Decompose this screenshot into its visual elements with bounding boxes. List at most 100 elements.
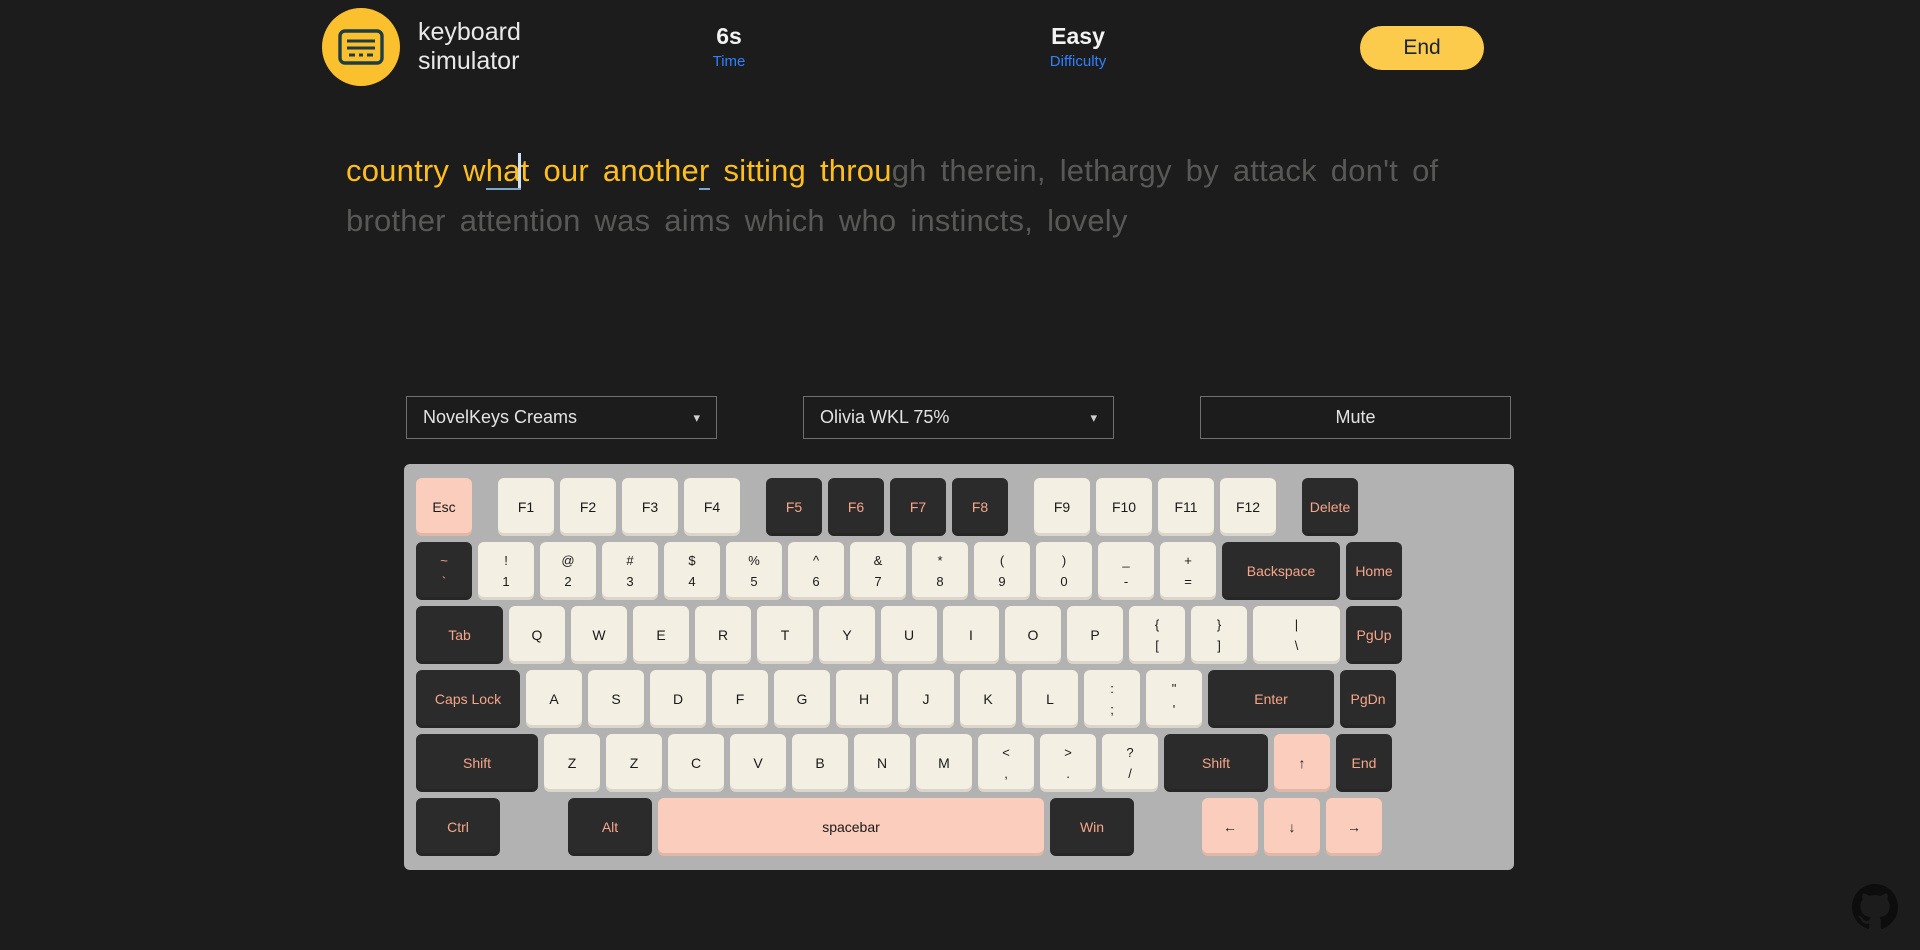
keyboard-select[interactable]: Olivia WKL 75% ▾: [803, 396, 1114, 439]
key-r[interactable]: R: [695, 606, 751, 664]
key-enter[interactable]: Enter: [1208, 670, 1334, 728]
key--[interactable]: >.: [1040, 734, 1096, 792]
typing-char: s: [934, 203, 951, 238]
key-f4[interactable]: F4: [684, 478, 740, 536]
key--[interactable]: ? /: [1102, 734, 1158, 792]
key-f[interactable]: F: [712, 670, 768, 728]
typing-char: u: [379, 153, 397, 188]
key-f5[interactable]: F5: [766, 478, 822, 536]
key-win[interactable]: Win: [1050, 798, 1134, 856]
typing-char: t: [655, 153, 665, 188]
key-l[interactable]: L: [1022, 670, 1078, 728]
key-t[interactable]: T: [757, 606, 813, 664]
mute-button[interactable]: Mute: [1200, 396, 1511, 439]
key-u[interactable]: U: [881, 606, 937, 664]
key-f8[interactable]: F8: [952, 478, 1008, 536]
key-b[interactable]: B: [792, 734, 848, 792]
key-f7[interactable]: F7: [890, 478, 946, 536]
key--[interactable]: ↑: [1274, 734, 1330, 792]
key--[interactable]: →: [1326, 798, 1382, 856]
key--[interactable]: | \: [1253, 606, 1340, 664]
key-e[interactable]: E: [633, 606, 689, 664]
key--[interactable]: :;: [1084, 670, 1140, 728]
key-y[interactable]: Y: [819, 606, 875, 664]
key-f9[interactable]: F9: [1034, 478, 1090, 536]
key-f2[interactable]: F2: [560, 478, 616, 536]
key-legend: W: [592, 627, 606, 643]
key-alt[interactable]: Alt: [568, 798, 652, 856]
key-k[interactable]: K: [960, 670, 1016, 728]
brand: keyboard simulator: [322, 8, 521, 86]
key-legend-bottom: =: [1184, 573, 1192, 589]
key--[interactable]: _ -: [1098, 542, 1154, 600]
key-f1[interactable]: F1: [498, 478, 554, 536]
key--7[interactable]: & 7: [850, 542, 906, 600]
key-f3[interactable]: F3: [622, 478, 678, 536]
key-delete[interactable]: Delete: [1302, 478, 1358, 536]
key--9[interactable]: (9: [974, 542, 1030, 600]
key-s[interactable]: S: [588, 670, 644, 728]
key-h[interactable]: H: [836, 670, 892, 728]
typing-test-text[interactable]: country what our another sitting through there…: [346, 146, 1586, 246]
key--4[interactable]: $4: [664, 542, 720, 600]
typing-char: d: [1330, 153, 1349, 188]
key--1[interactable]: ! 1: [478, 542, 534, 600]
typing-char: y: [1111, 203, 1128, 238]
key-p[interactable]: P: [1067, 606, 1123, 664]
key--5[interactable]: % 5: [726, 542, 782, 600]
key--3[interactable]: #3: [602, 542, 658, 600]
end-button[interactable]: End: [1360, 26, 1484, 70]
key-w[interactable]: W: [571, 606, 627, 664]
key-spacebar[interactable]: spacebar: [658, 798, 1044, 856]
typing-char: o: [1054, 203, 1072, 238]
key-pgup[interactable]: PgUp: [1346, 606, 1402, 664]
key-backspace[interactable]: Backspace: [1222, 542, 1340, 600]
key-legend: spacebar: [822, 819, 880, 835]
key-o[interactable]: O: [1005, 606, 1061, 664]
key-c[interactable]: C: [668, 734, 724, 792]
key-f11[interactable]: F11: [1158, 478, 1214, 536]
virtual-keyboard[interactable]: Esc F1 F2 F3 F4 F5 F6 F7 F8 F9 F10 F11 F12 Delete ~ `! 1…: [404, 464, 1514, 870]
key-ctrl[interactable]: Ctrl: [416, 798, 500, 856]
key-i[interactable]: I: [943, 606, 999, 664]
key--0[interactable]: ) 0: [1036, 542, 1092, 600]
key-f10[interactable]: F10: [1096, 478, 1152, 536]
typing-char: y: [1155, 153, 1172, 188]
key-v[interactable]: V: [730, 734, 786, 792]
key-tab[interactable]: Tab: [416, 606, 503, 664]
typing-char: h: [767, 203, 785, 238]
key--2[interactable]: @2: [540, 542, 596, 600]
key-f6[interactable]: F6: [828, 478, 884, 536]
key-q[interactable]: Q: [509, 606, 565, 664]
key-z[interactable]: Z: [544, 734, 600, 792]
key--[interactable]: " ': [1146, 670, 1202, 728]
key-f12[interactable]: F12: [1220, 478, 1276, 536]
key--[interactable]: ←: [1202, 798, 1258, 856]
key-g[interactable]: G: [774, 670, 830, 728]
keyboard-row: Ctrl Alt spacebar Win ← ↓ →: [416, 798, 1502, 856]
key-esc[interactable]: Esc: [416, 478, 472, 536]
key--[interactable]: }]: [1191, 606, 1247, 664]
key--[interactable]: <,: [978, 734, 1034, 792]
key-z[interactable]: Z: [606, 734, 662, 792]
key-end[interactable]: End: [1336, 734, 1392, 792]
key-j[interactable]: J: [898, 670, 954, 728]
key-n[interactable]: N: [854, 734, 910, 792]
key-m[interactable]: M: [916, 734, 972, 792]
key-shift[interactable]: Shift: [1164, 734, 1268, 792]
key-home[interactable]: Home: [1346, 542, 1402, 600]
key--[interactable]: ~ `: [416, 542, 472, 600]
key--[interactable]: {[: [1129, 606, 1185, 664]
key--8[interactable]: * 8: [912, 542, 968, 600]
key-a[interactable]: A: [526, 670, 582, 728]
github-icon[interactable]: [1852, 884, 1898, 930]
key--[interactable]: + =: [1160, 542, 1216, 600]
key-pgdn[interactable]: PgDn: [1340, 670, 1396, 728]
switch-select[interactable]: NovelKeys Creams ▾: [406, 396, 717, 439]
key--[interactable]: ↓: [1264, 798, 1320, 856]
key--6[interactable]: ^ 6: [788, 542, 844, 600]
key-shift[interactable]: Shift: [416, 734, 538, 792]
key-caps-lock[interactable]: Caps Lock: [416, 670, 520, 728]
key-legend: Z: [567, 755, 577, 771]
key-d[interactable]: D: [650, 670, 706, 728]
